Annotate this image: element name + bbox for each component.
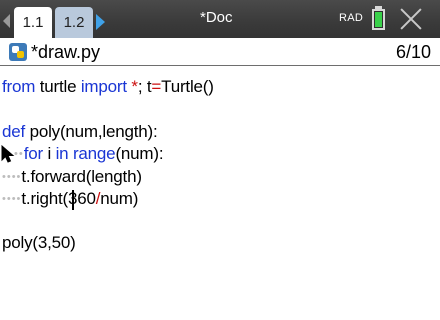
file-header: *draw.py 6/10 <box>0 38 440 66</box>
code-line-6[interactable]: ••••t.right(360/num) <box>2 188 138 210</box>
keyword: from <box>2 77 36 96</box>
angle-mode-label: RAD <box>339 12 364 24</box>
indent-dots: •• <box>14 148 24 160</box>
code-text: (num): <box>115 144 164 163</box>
close-icon[interactable] <box>398 6 424 32</box>
code-editor[interactable]: from turtle import *; t=Turtle() def pol… <box>0 67 440 320</box>
code-text: turtle <box>35 77 81 96</box>
code-text: poly(3,50) <box>2 233 76 252</box>
code-text: ; t <box>137 77 152 96</box>
code-line-4[interactable]: ••for i in range(num): <box>2 143 164 165</box>
text-caret <box>72 190 74 210</box>
code-text: Turtle() <box>161 77 214 96</box>
tab-1-1[interactable]: 1.1 <box>14 7 52 38</box>
line-counter: 6/10 <box>395 42 431 62</box>
arrow-right-icon[interactable] <box>96 14 105 30</box>
code-text: num) <box>100 189 139 208</box>
top-bar: 1.1 1.2 *Doc RAD <box>0 0 440 38</box>
indent-dots: •••• <box>2 171 22 183</box>
code-text: i <box>42 144 56 163</box>
python-file-icon <box>9 43 27 61</box>
operator: = <box>151 77 162 96</box>
keyword: import <box>80 77 127 96</box>
mouse-pointer-icon <box>1 145 15 163</box>
code-text: poly(num,length): <box>25 122 158 141</box>
battery-icon <box>372 9 385 30</box>
keyword: for <box>23 144 43 163</box>
keyword: in <box>55 144 69 163</box>
tab-1-2[interactable]: 1.2 <box>55 7 93 38</box>
code-line-1[interactable]: from turtle import *; t=Turtle() <box>2 76 214 98</box>
arrow-left-icon[interactable] <box>3 14 10 28</box>
code-line-8[interactable]: poly(3,50) <box>2 232 76 254</box>
indent-dots: •••• <box>2 193 22 205</box>
code-text: t.forward(length) <box>21 167 142 186</box>
battery-fill <box>375 12 382 27</box>
code-line-5[interactable]: ••••t.forward(length) <box>2 166 142 188</box>
code-line-3[interactable]: def poly(num,length): <box>2 121 158 143</box>
keyword: range <box>72 144 116 163</box>
code-text: t.right(360 <box>21 189 96 208</box>
document-title: *Doc <box>200 9 233 26</box>
file-name: *draw.py <box>31 42 101 62</box>
keyword: def <box>2 122 26 141</box>
